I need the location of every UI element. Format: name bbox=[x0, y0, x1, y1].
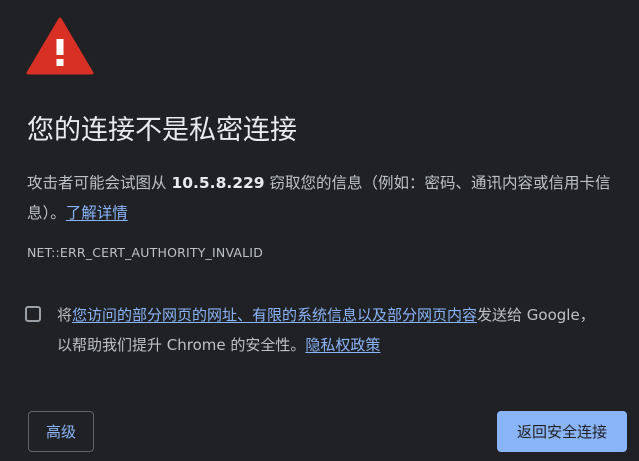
host-address: 10.5.8.229 bbox=[171, 174, 265, 192]
error-code: NET::ERR_CERT_AUTHORITY_INVALID bbox=[27, 245, 264, 260]
explanation-prefix: 攻击者可能会试图从 bbox=[27, 174, 172, 192]
advanced-button[interactable]: 高级 bbox=[28, 411, 94, 452]
back-to-safety-button[interactable]: 返回安全连接 bbox=[497, 411, 627, 452]
optin-text: 将您访问的部分网页的网址、有限的系统信息以及部分网页内容发送给 Google，以… bbox=[57, 300, 597, 360]
interstitial-page: 您的连接不是私密连接 攻击者可能会试图从 10.5.8.229 窃取您的信息（例… bbox=[0, 0, 639, 461]
warning-triangle-icon bbox=[26, 17, 94, 75]
learn-more-link[interactable]: 了解详情 bbox=[66, 204, 128, 222]
explanation-text: 攻击者可能会试图从 10.5.8.229 窃取您的信息（例如：密码、通讯内容或信… bbox=[27, 168, 627, 228]
optin-data-link[interactable]: 您访问的部分网页的网址、有限的系统信息以及部分网页内容 bbox=[72, 306, 477, 324]
privacy-policy-link[interactable]: 隐私权政策 bbox=[305, 336, 380, 354]
page-title: 您的连接不是私密连接 bbox=[27, 115, 297, 146]
optin-checkbox[interactable] bbox=[25, 306, 41, 322]
optin-prefix: 将 bbox=[57, 306, 73, 324]
